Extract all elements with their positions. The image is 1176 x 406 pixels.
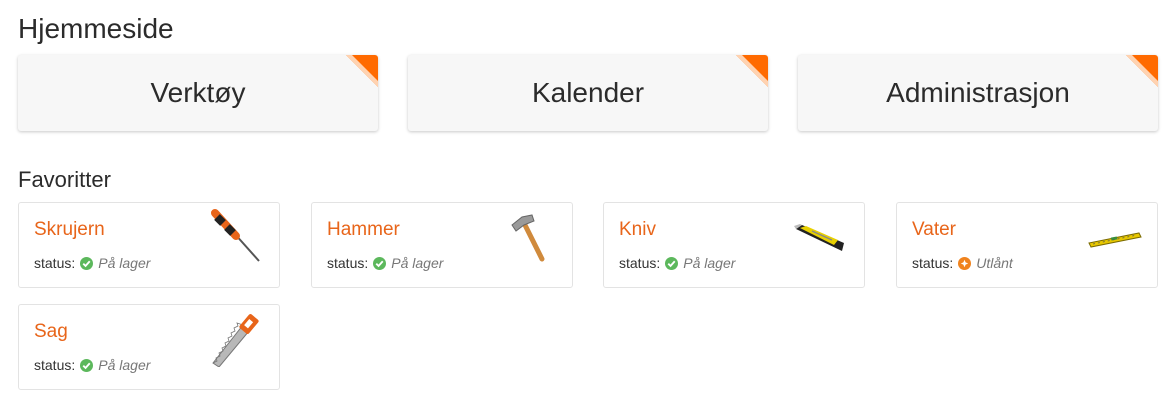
tool-name[interactable]: Skrujern <box>34 219 105 241</box>
tool-status: status: Utlånt <box>912 255 1013 271</box>
status-value: Utlånt <box>976 255 1013 271</box>
nav-card-label: Verktøy <box>150 77 246 108</box>
tool-name[interactable]: Kniv <box>619 219 656 241</box>
check-circle-icon <box>80 358 94 372</box>
tool-name[interactable]: Hammer <box>327 219 400 241</box>
check-circle-icon <box>80 256 94 270</box>
favorite-card-hammer[interactable]: Hammer status: På lager <box>311 202 573 288</box>
status-value: På lager <box>98 255 151 271</box>
corner-ribbon-icon <box>346 55 378 87</box>
nav-card-verktoy[interactable]: Verktøy <box>18 55 378 131</box>
status-value: På lager <box>391 255 444 271</box>
tool-status: status: På lager <box>619 255 736 271</box>
favorite-card-kniv[interactable]: Kniv status: På lager <box>603 202 865 288</box>
status-value: På lager <box>98 357 151 373</box>
nav-card-label: Kalender <box>531 77 645 108</box>
loaned-circle-icon <box>958 256 972 270</box>
favorite-card-vater[interactable]: Vater status: Utlånt <box>896 202 1158 288</box>
corner-ribbon-icon <box>736 55 768 87</box>
saw-icon <box>212 314 259 367</box>
nav-card-administrasjon[interactable]: Administrasjon <box>798 55 1158 131</box>
corner-ribbon-icon <box>1126 55 1158 87</box>
screwdriver-icon <box>211 209 260 262</box>
tool-name[interactable]: Sag <box>34 321 68 343</box>
status-value: På lager <box>683 255 736 271</box>
favorite-card-sag[interactable]: Sag status: På lager <box>18 304 280 390</box>
check-circle-icon <box>373 256 387 270</box>
favorite-card-skrujern[interactable]: Skrujern status: På lager <box>18 202 280 288</box>
tool-status: status: På lager <box>34 255 151 271</box>
hammer-icon <box>511 214 545 262</box>
nav-card-kalender[interactable]: Kalender <box>408 55 768 131</box>
tool-status: status: På lager <box>327 255 444 271</box>
check-circle-icon <box>665 256 679 270</box>
tool-name[interactable]: Vater <box>912 219 956 241</box>
spirit-level-icon <box>1088 232 1142 248</box>
favorites-title: Favoritter <box>18 167 111 192</box>
tool-status: status: På lager <box>34 357 151 373</box>
utility-knife-icon <box>794 224 844 251</box>
nav-card-label: Administrasjon <box>886 77 1070 108</box>
page-title: Hjemmeside <box>18 13 174 44</box>
